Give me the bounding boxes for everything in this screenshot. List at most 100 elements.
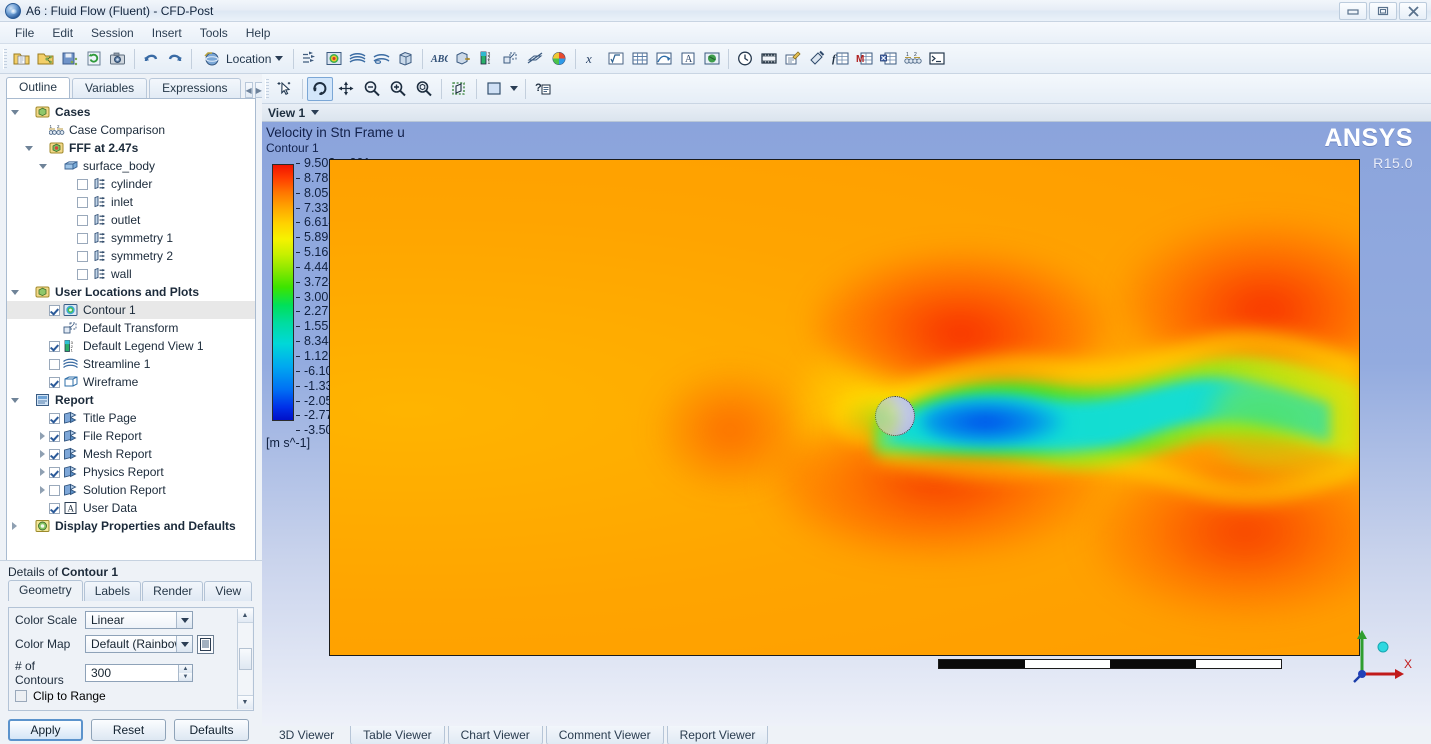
tree-visibility-checkbox[interactable] <box>77 215 88 226</box>
pan-icon[interactable] <box>333 77 359 101</box>
comment-icon[interactable]: A <box>676 47 700 71</box>
tree-visibility-checkbox[interactable] <box>49 503 60 514</box>
outline-tree[interactable]: Cases12Case ComparisonFFF at 2.47ssurfac… <box>6 98 256 630</box>
view-dropdown-chevron-icon[interactable] <box>311 110 319 115</box>
tree-visibility-checkbox[interactable] <box>49 341 60 352</box>
tree-item-wall[interactable]: wall <box>7 265 255 283</box>
tree-visibility-checkbox[interactable] <box>77 269 88 280</box>
select-pick-icon[interactable] <box>272 77 298 101</box>
chevron-down-icon[interactable] <box>275 56 283 61</box>
tree-item-user-locations-and-plots[interactable]: User Locations and Plots <box>7 283 255 301</box>
tree-item-cylinder[interactable]: cylinder <box>7 175 255 193</box>
location-dropdown[interactable]: Location <box>196 47 289 71</box>
tree-visibility-checkbox[interactable] <box>77 197 88 208</box>
tree-item-title-page[interactable]: Title Page <box>7 409 255 427</box>
tab-table-viewer[interactable]: Table Viewer <box>350 726 444 744</box>
apply-button[interactable]: Apply <box>8 719 83 741</box>
instance-transform-icon[interactable] <box>499 47 523 71</box>
clip-to-range-row[interactable]: Clip to Range <box>9 685 253 707</box>
macro-icon[interactable] <box>781 47 805 71</box>
function-calc-icon[interactable]: f <box>829 47 853 71</box>
toolbar-grip[interactable] <box>3 49 7 69</box>
clip-plane-icon[interactable] <box>523 47 547 71</box>
tree-visibility-checkbox[interactable] <box>77 179 88 190</box>
minimize-button[interactable] <box>1339 2 1367 20</box>
viewer-toolbar-grip[interactable] <box>265 79 269 99</box>
probe-icon[interactable] <box>805 47 829 71</box>
export-icon[interactable] <box>877 47 901 71</box>
text-icon[interactable]: ABC <box>427 47 451 71</box>
chart-icon[interactable] <box>652 47 676 71</box>
open-case-icon[interactable] <box>34 47 58 71</box>
tree-item-mesh-report[interactable]: Mesh Report <box>7 445 255 463</box>
chevron-down-icon[interactable] <box>176 612 192 628</box>
macro-m-icon[interactable]: M <box>853 47 877 71</box>
tree-item-fff-at-2-47s[interactable]: FFF at 2.47s <box>7 139 255 157</box>
tree-visibility-checkbox[interactable] <box>49 485 60 496</box>
close-button[interactable] <box>1399 2 1427 20</box>
tab-outline[interactable]: Outline <box>6 77 70 98</box>
color-scale-select[interactable]: Linear <box>85 611 193 629</box>
tab-report-viewer[interactable]: Report Viewer <box>667 726 769 744</box>
legend-icon[interactable]: 321 <box>475 47 499 71</box>
tree-item-symmetry-2[interactable]: symmetry 2 <box>7 247 255 265</box>
tree-visibility-checkbox[interactable] <box>77 233 88 244</box>
tree-item-solution-report[interactable]: Solution Report <box>7 481 255 499</box>
num-contours-input[interactable]: 300 ▲ ▼ <box>85 664 193 682</box>
tree-item-display-properties-and-defaults[interactable]: Display Properties and Defaults <box>7 517 255 535</box>
reset-button[interactable]: Reset <box>91 719 166 741</box>
animation-icon[interactable] <box>757 47 781 71</box>
tree-item-cases[interactable]: Cases <box>7 103 255 121</box>
save-state-icon[interactable] <box>58 47 82 71</box>
menu-help[interactable]: Help <box>237 24 280 42</box>
redo-icon[interactable] <box>163 47 187 71</box>
timestep-icon[interactable] <box>733 47 757 71</box>
zoom-fit-icon[interactable] <box>411 77 437 101</box>
num-contours-stepper[interactable]: ▲ ▼ <box>178 665 192 681</box>
tab-comment-viewer[interactable]: Comment Viewer <box>546 726 664 744</box>
tree-visibility-checkbox[interactable] <box>49 449 60 460</box>
tree-item-contour-1[interactable]: Contour 1 <box>7 301 255 319</box>
tree-visibility-checkbox[interactable] <box>49 467 60 478</box>
tree-item-inlet[interactable]: inlet <box>7 193 255 211</box>
tree-item-default-transform[interactable]: Default Transform <box>7 319 255 337</box>
details-scrollbar[interactable]: ▲ ▼ <box>237 609 252 709</box>
clip-to-range-checkbox[interactable] <box>15 690 27 702</box>
expression-icon[interactable] <box>604 47 628 71</box>
tree-visibility-checkbox[interactable] <box>49 431 60 442</box>
tree-twisty-icon[interactable] <box>9 395 20 406</box>
menu-file[interactable]: File <box>6 24 43 42</box>
tree-visibility-checkbox[interactable] <box>77 251 88 262</box>
color-map-select[interactable]: Default (Rainbow) <box>85 635 193 653</box>
tree-twisty-icon[interactable] <box>37 431 48 442</box>
tree-twisty-icon[interactable] <box>37 485 48 496</box>
zoom-box-icon[interactable] <box>359 77 385 101</box>
background-color-dropdown[interactable] <box>507 77 521 101</box>
contour-icon[interactable] <box>322 47 346 71</box>
tree-visibility-checkbox[interactable] <box>49 305 60 316</box>
tab-render[interactable]: Render <box>142 581 203 601</box>
3d-scene[interactable]: Velocity in Stn Frame u Contour 1 ANSYS … <box>262 122 1431 726</box>
menu-insert[interactable]: Insert <box>143 24 191 42</box>
tree-twisty-icon[interactable] <box>37 467 48 478</box>
tab-chart-viewer[interactable]: Chart Viewer <box>448 726 543 744</box>
tree-item-symmetry-1[interactable]: symmetry 1 <box>7 229 255 247</box>
menu-edit[interactable]: Edit <box>43 24 82 42</box>
table-icon[interactable] <box>628 47 652 71</box>
volume-render-icon[interactable] <box>394 47 418 71</box>
tree-twisty-icon[interactable] <box>37 449 48 460</box>
tree-visibility-checkbox[interactable] <box>49 359 60 370</box>
tab-expressions[interactable]: Expressions <box>149 78 240 98</box>
tab-view[interactable]: View <box>204 581 252 601</box>
tree-item-wireframe[interactable]: Wireframe <box>7 373 255 391</box>
coord-frame-icon[interactable] <box>451 47 475 71</box>
tree-item-surface-body[interactable]: surface_body <box>7 157 255 175</box>
undo-icon[interactable] <box>139 47 163 71</box>
contour-plot[interactable] <box>329 159 1360 656</box>
tree-item-user-data[interactable]: AUser Data <box>7 499 255 517</box>
open-folder-icon[interactable] <box>10 47 34 71</box>
stepper-up-icon[interactable]: ▲ <box>179 665 192 673</box>
restore-button[interactable] <box>1369 2 1397 20</box>
tree-visibility-checkbox[interactable] <box>49 377 60 388</box>
tree-item-physics-report[interactable]: Physics Report <box>7 463 255 481</box>
